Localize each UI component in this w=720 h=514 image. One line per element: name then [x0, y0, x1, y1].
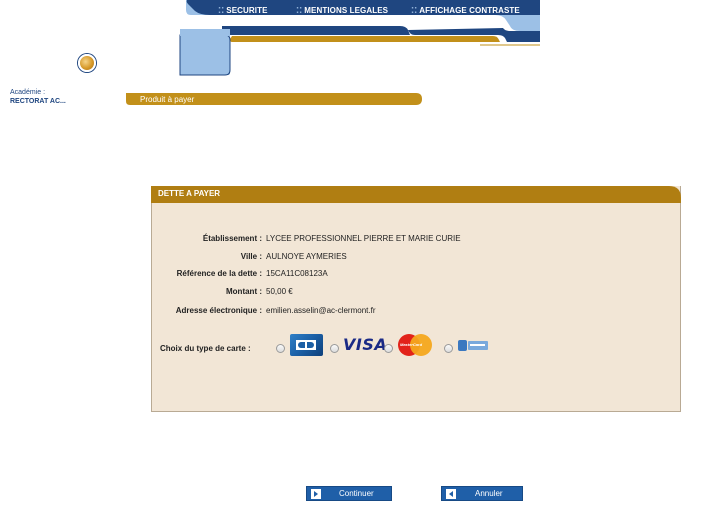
card-choice-label: Choix du type de carte :	[160, 344, 251, 353]
row-montant: Montant : 50,00 €	[151, 287, 671, 301]
field-value: emilien.asselin@ac-clermont.fr	[266, 306, 376, 315]
row-ville: Ville : AULNOYE AYMERIES	[151, 252, 671, 266]
field-label: Ville :	[240, 252, 262, 261]
nav-link-securite[interactable]: ⁚⁚ SECURITE	[218, 6, 268, 15]
card-radio-visa[interactable]	[330, 344, 339, 353]
cb-logo-icon[interactable]	[290, 334, 323, 356]
academie-name: RECTORAT AC...	[10, 98, 66, 105]
cancel-button[interactable]: Annuler	[441, 486, 523, 501]
nav-link-affichage-contraste[interactable]: ⁚⁚ AFFICHAGE CONTRASTE	[411, 6, 520, 15]
continue-button[interactable]: Continuer	[306, 486, 392, 501]
cancel-label: Annuler	[475, 489, 503, 498]
orb-icon	[78, 54, 96, 72]
academie-info: Académie : RECTORAT AC...	[10, 88, 66, 106]
page: ⁚⁚ SECURITE ⁚⁚ MENTIONS LEGALES ⁚⁚ AFFICHAG…	[0, 0, 720, 514]
field-value: 15CA11C08123A	[266, 269, 328, 278]
debt-card-title: DETTE A PAYER	[158, 189, 221, 198]
bullet-icon: ⁚⁚	[218, 6, 225, 15]
row-etablissement: Établissement : LYCEE PROFESSIONNEL PIER…	[151, 234, 671, 248]
row-reference: Référence de la dette : 15CA11C08123A	[151, 269, 671, 283]
chevron-right-icon	[311, 489, 321, 499]
row-adresse: Adresse électronique : emilien.asselin@a…	[151, 306, 671, 320]
debt-card-header	[151, 186, 681, 203]
visa-logo-icon[interactable]: VISA	[343, 335, 387, 354]
field-label: Montant :	[226, 287, 262, 296]
academie-label: Académie :	[10, 89, 46, 96]
page-title: TELEPAIEMENT	[106, 57, 175, 67]
bullet-icon: ⁚⁚	[296, 6, 303, 15]
continue-label: Continuer	[339, 489, 374, 498]
field-value: 50,00 €	[266, 287, 293, 296]
bullet-icon: ⁚⁚	[411, 6, 418, 15]
card-radio-mastercard[interactable]	[384, 344, 393, 353]
top-nav: ⁚⁚ SECURITE ⁚⁚ MENTIONS LEGALES ⁚⁚ AFFICHAG…	[0, 6, 720, 22]
field-label: Établissement :	[202, 234, 262, 243]
card-radio-cb[interactable]	[276, 344, 285, 353]
mastercard-logo-icon[interactable]: MasterCard	[398, 334, 432, 356]
e-carte-bleue-logo-icon[interactable]	[458, 340, 488, 351]
field-value: LYCEE PROFESSIONNEL PIERRE ET MARIE CURI…	[266, 234, 461, 243]
breadcrumb: Produit à payer	[140, 95, 195, 104]
field-label: Référence de la dette :	[176, 269, 262, 278]
chevron-left-icon	[446, 489, 456, 499]
card-radio-e-carte-bleue[interactable]	[444, 344, 453, 353]
field-value: AULNOYE AYMERIES	[266, 252, 347, 261]
nav-link-mentions-legales[interactable]: ⁚⁚ MENTIONS LEGALES	[296, 6, 388, 15]
field-label: Adresse électronique :	[175, 306, 262, 315]
